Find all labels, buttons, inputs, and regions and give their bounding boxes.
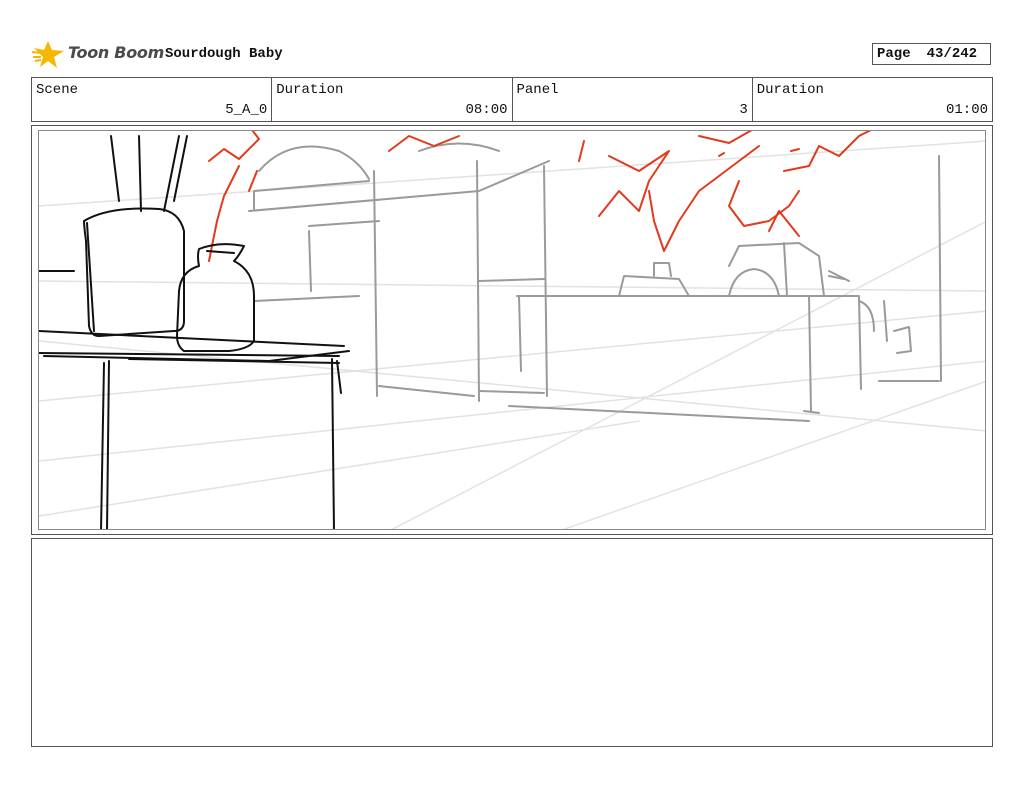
scene-value: 5_A_0 — [225, 102, 268, 118]
storyboard-panel — [31, 125, 993, 535]
page-indicator: Page 43/242 — [872, 43, 991, 65]
scene-duration-label: Duration — [276, 82, 344, 98]
panel-duration-value: 01:00 — [945, 102, 988, 118]
panel-duration-label: Duration — [756, 82, 824, 98]
star-icon — [31, 41, 64, 68]
page-label: Page — [877, 46, 911, 62]
panel-cell: Panel 3 — [513, 78, 753, 121]
toon-boom-logo: Toon Boom — [31, 38, 164, 70]
project-title: Sourdough Baby — [165, 46, 283, 62]
scene-duration-cell: Duration 08:00 — [272, 78, 513, 121]
scene-duration-value: 08:00 — [465, 102, 508, 118]
panel-notes-area — [31, 538, 993, 747]
panel-image-area — [38, 130, 986, 530]
perspective-lines — [39, 140, 985, 529]
sketch-drawing — [39, 131, 985, 529]
panel-label: Panel — [516, 82, 559, 98]
scene-cell: Scene 5_A_0 — [32, 78, 273, 121]
logo-text: Toon Boom — [68, 43, 164, 62]
panel-value: 3 — [739, 102, 748, 118]
panel-duration-cell: Duration 01:00 — [753, 78, 992, 121]
scene-label: Scene — [36, 82, 79, 98]
page-number: 43/242 — [926, 46, 978, 62]
scene-info-table: Scene 5_A_0 Duration 08:00 Panel 3 Durat… — [31, 77, 993, 122]
